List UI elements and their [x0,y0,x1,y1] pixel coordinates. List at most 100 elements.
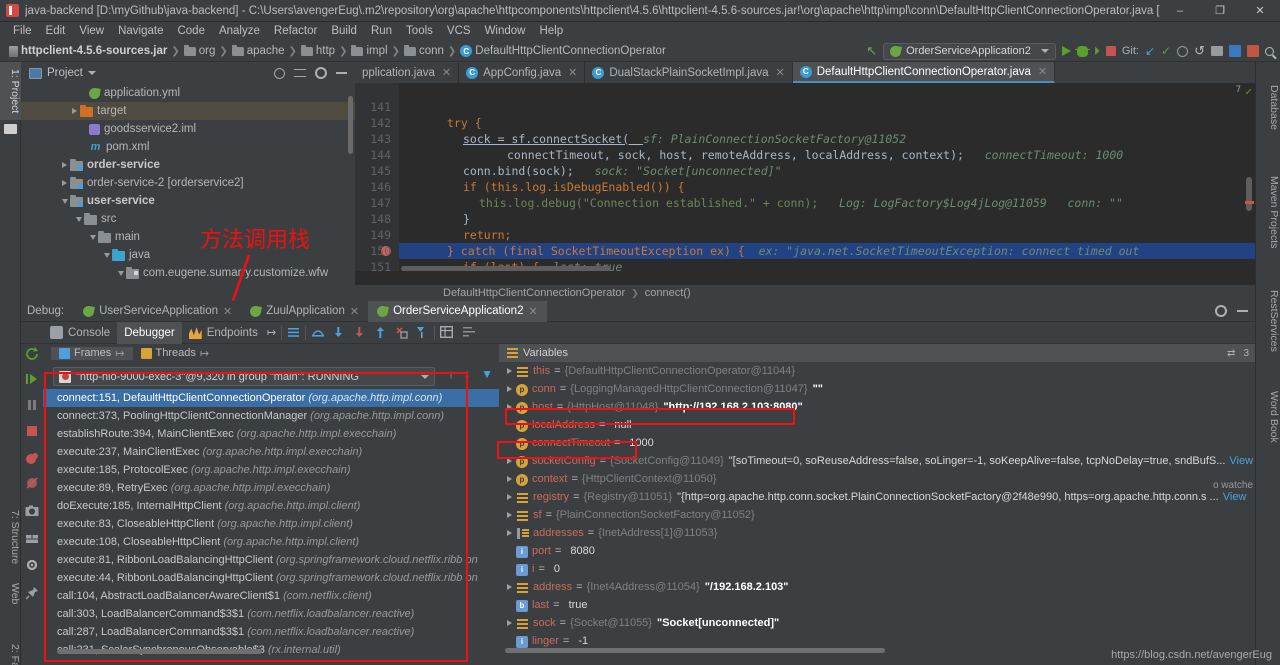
force-step-into-icon[interactable] [353,326,366,339]
project-tree[interactable]: application.yml target goodsservice2.iml… [21,84,355,284]
sidebar-item-structure[interactable]: 7: Structure [0,502,21,572]
debug-session-userserviceapplication[interactable]: UserServiceApplication ✕ [74,301,241,322]
back-arrow-icon[interactable]: ↖ [866,43,877,59]
menu-run[interactable]: Run [364,22,399,41]
call-stack-list[interactable]: connect:151, DefaultHttpClientConnection… [43,389,499,655]
close-icon[interactable]: ✕ [223,305,232,318]
expand-arrow-icon[interactable] [503,620,516,626]
layout-icon[interactable] [25,532,39,546]
menu-analyze[interactable]: Analyze [212,22,267,41]
collapse-arrow-icon[interactable] [59,198,70,204]
tree-item[interactable]: goodsservice2.iml [21,120,355,138]
tab-dualstackplainsocketimpl-java[interactable]: C DualStackPlainSocketImpl.java ✕ [585,62,793,83]
variable-row[interactable]: p host = {HttpHost@11048} "http://192.16… [499,398,1255,416]
stack-frame-row[interactable]: execute:89, RetryExec (org.apache.http.i… [43,479,499,497]
sidebar-item-word-book[interactable]: Word Book [1255,384,1280,450]
variable-row[interactable]: registry = {Registry@11051} "{http=org.a… [499,488,1255,506]
breadcrumb-http[interactable]: http [298,44,338,57]
stop-program-icon[interactable] [25,424,39,438]
tab-appconfig-java[interactable]: C AppConfig.java ✕ [459,62,586,83]
variable-row[interactable]: sock = {Socket@11055} "Socket[unconnecte… [499,614,1255,632]
stack-frame-row[interactable]: call:303, LoadBalancerCommand$3$1 (com.n… [43,605,499,623]
error-stripe-marker[interactable] [1245,201,1254,204]
sidebar-item-restservices[interactable]: RestServices [1255,284,1280,358]
expand-arrow-icon[interactable] [503,386,516,392]
breadcrumb-impl[interactable]: impl [348,44,390,57]
collapse-arrow-icon[interactable] [87,234,98,240]
tab-endpoints[interactable]: Endpoints [182,322,265,344]
chevron-down-icon[interactable] [87,71,96,75]
variable-row[interactable]: this = {DefaultHttpClientConnectionOpera… [499,362,1255,380]
git-commit-icon[interactable]: ✓ [1161,44,1171,58]
git-history-icon[interactable] [1177,45,1189,57]
resume-program-icon[interactable] [25,372,39,386]
project-structure-icon[interactable] [1211,46,1223,56]
variables-scrollbar[interactable] [505,648,885,653]
sidebar-item-web[interactable]: Web [0,574,21,614]
sidebar-item-project[interactable]: 1: Project [0,62,21,120]
variable-row[interactable]: i port = 8080 [499,542,1255,560]
hide-icon[interactable] [336,72,347,74]
tree-item[interactable]: order-service-2 [orderservice2] [21,174,355,192]
variable-row[interactable]: addresses = {InetAddress[1]@11053} [499,524,1255,542]
evaluate-expression-icon[interactable] [440,326,454,339]
variable-row[interactable]: p localAddress = null [499,416,1255,434]
menu-edit[interactable]: Edit [39,22,73,41]
expand-arrow-icon[interactable] [503,512,516,518]
close-icon[interactable]: ✕ [528,305,537,318]
stack-frame-row[interactable]: execute:81, RibbonLoadBalancingHttpClien… [43,551,499,569]
close-icon[interactable]: ✕ [568,66,577,79]
menu-view[interactable]: View [72,22,111,41]
close-icon[interactable]: ✕ [442,66,451,79]
debug-session-zuulapplication[interactable]: ZuulApplication ✕ [241,301,368,322]
variable-row[interactable]: address = {Inet4Address@11054} "/192.168… [499,578,1255,596]
tab-debugger[interactable]: Debugger [117,321,182,344]
variable-row[interactable]: p context = {HttpClientContext@11050} [499,470,1255,488]
tree-item[interactable]: m pom.xml [21,138,355,156]
settings-icon[interactable] [1229,45,1241,57]
tree-item[interactable]: target [21,102,355,120]
close-icon[interactable]: ✕ [350,305,359,318]
breadcrumb-class-name[interactable]: DefaultHttpClientConnectionOperator [443,287,625,299]
close-icon[interactable]: ✕ [776,66,785,79]
frames-more-icon[interactable]: ↦ [115,347,124,360]
menu-build[interactable]: Build [324,22,364,41]
run-to-cursor-icon[interactable] [416,326,429,339]
variable-row[interactable]: b last = true [499,596,1255,614]
filter-icon[interactable]: ▼ [475,367,499,381]
maximize-button[interactable]: ❐ [1200,0,1240,22]
breadcrumb-apache[interactable]: apache [229,44,288,57]
breadcrumb-class[interactable]: C DefaultHttpClientConnectionOperator [457,45,669,57]
expand-arrow-icon[interactable] [503,494,516,500]
tree-item[interactable]: application.yml [21,84,355,102]
plugin-icon[interactable] [1247,45,1259,57]
stack-frame-row[interactable]: execute:83, CloseableHttpClient (org.apa… [43,515,499,533]
code-editor[interactable]: 141 try { 142 sock = sf.connectSocket( s… [355,83,1255,271]
stack-frame-row[interactable]: connect:151, DefaultHttpClientConnection… [43,389,499,407]
menu-refactor[interactable]: Refactor [267,22,324,41]
more-tabs-icon[interactable]: ↦ [265,326,276,339]
menu-help[interactable]: Help [532,22,570,41]
sidebar-item-favorites[interactable]: 2: Favorites [0,632,21,665]
locate-icon[interactable] [274,67,285,79]
expand-arrow-icon[interactable] [59,180,70,186]
expand-arrow-icon[interactable] [59,162,70,168]
variable-row[interactable]: i i = 0 [499,560,1255,578]
mute-breakpoints-icon[interactable] [25,476,39,490]
stack-frame-row[interactable]: call:104, AbstractLoadBalancerAwareClien… [43,587,499,605]
expand-arrow-icon[interactable] [503,584,516,590]
search-icon[interactable] [1265,46,1274,56]
menu-window[interactable]: Window [478,22,533,41]
frame-up-icon[interactable]: ↑ [443,367,459,381]
stack-frame-row[interactable]: execute:108, CloseableHttpClient (org.ap… [43,533,499,551]
stack-frame-row[interactable]: execute:185, ProtocolExec (org.apache.ht… [43,461,499,479]
tree-item[interactable]: user.service [21,282,355,284]
thread-selector[interactable]: "http-nio-9000-exec-3"@9,320 in group "m… [53,367,436,386]
collapse-arrow-icon[interactable] [73,216,84,222]
minimize-button[interactable]: – [1160,0,1200,22]
hide-icon[interactable] [1237,310,1248,312]
expand-arrow-icon[interactable] [503,368,516,374]
expand-arrow-icon[interactable] [503,476,516,482]
stop-button-icon[interactable] [1105,46,1116,56]
collapse-arrow-icon[interactable] [101,252,112,258]
